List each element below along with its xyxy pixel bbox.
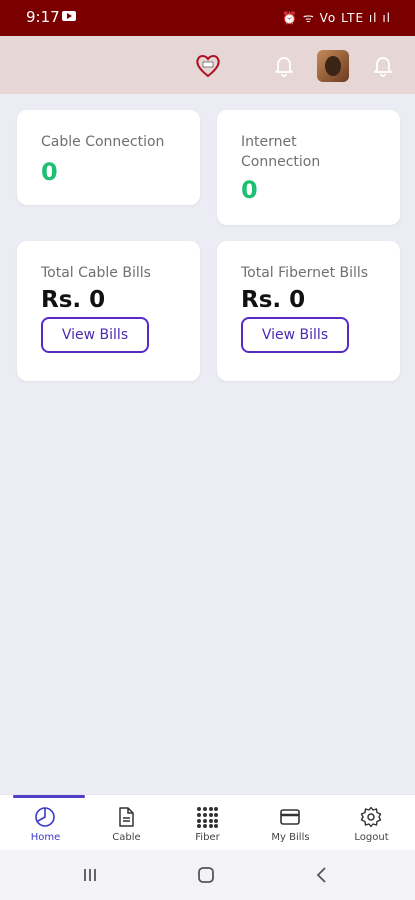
card-label: Total Fibernet Bills bbox=[241, 265, 369, 281]
home-icon bbox=[35, 807, 55, 827]
fibernet-bills-amount: Rs. 0 bbox=[241, 287, 306, 313]
nav-my-bills-label: My Bills bbox=[271, 832, 310, 843]
grid-icon bbox=[197, 807, 218, 828]
status-time: 9:17 bbox=[26, 8, 60, 26]
card-icon bbox=[280, 809, 300, 825]
nav-cable[interactable]: Cable bbox=[85, 795, 168, 851]
cable-connection-count: 0 bbox=[41, 158, 58, 186]
nav-my-bills[interactable]: My Bills bbox=[249, 795, 332, 851]
bottom-nav: Home Cable Fiber My Bills Logout bbox=[0, 794, 415, 850]
nav-cable-label: Cable bbox=[112, 832, 141, 843]
bell-icon[interactable] bbox=[371, 53, 395, 77]
status-icons: ⏰ ᯤ Vo LTE ıl ıl bbox=[282, 11, 391, 25]
status-bar: 9:17 ⏰ ᯤ Vo LTE ıl ıl bbox=[0, 0, 415, 36]
cable-bills-amount: Rs. 0 bbox=[41, 287, 106, 313]
avatar[interactable] bbox=[317, 50, 349, 82]
total-cable-bills-card: Total Cable Bills Rs. 0 View Bills bbox=[17, 241, 200, 381]
view-cable-bills-button[interactable]: View Bills bbox=[41, 317, 149, 353]
nav-logout[interactable]: Logout bbox=[330, 795, 413, 851]
youtube-icon bbox=[62, 11, 76, 21]
recent-apps-icon[interactable] bbox=[80, 865, 100, 885]
card-label: Internet Connection bbox=[241, 134, 321, 170]
nav-fiber[interactable]: Fiber bbox=[166, 795, 249, 851]
cable-connection-card[interactable]: Cable Connection 0 bbox=[17, 110, 200, 205]
system-nav-bar bbox=[0, 850, 415, 900]
nav-home-label: Home bbox=[30, 832, 61, 843]
document-icon bbox=[119, 807, 134, 827]
nav-logout-label: Logout bbox=[354, 832, 389, 843]
total-fibernet-bills-card: Total Fibernet Bills Rs. 0 View Bills bbox=[217, 241, 400, 381]
home-button-icon[interactable] bbox=[196, 865, 216, 885]
active-tab-indicator bbox=[13, 795, 85, 798]
heart-logo-icon[interactable] bbox=[194, 52, 222, 78]
card-label: Total Cable Bills bbox=[41, 265, 151, 281]
nav-fiber-label: Fiber bbox=[195, 832, 220, 843]
internet-connection-card[interactable]: Internet Connection 0 bbox=[217, 110, 400, 225]
gear-icon bbox=[360, 806, 382, 828]
bell-icon[interactable] bbox=[272, 53, 296, 77]
view-fibernet-bills-button[interactable]: View Bills bbox=[241, 317, 349, 353]
back-icon[interactable] bbox=[312, 865, 332, 885]
card-label: Cable Connection bbox=[41, 134, 165, 150]
app-bar bbox=[0, 36, 415, 94]
nav-home[interactable]: Home bbox=[4, 795, 87, 851]
internet-connection-count: 0 bbox=[241, 176, 258, 204]
